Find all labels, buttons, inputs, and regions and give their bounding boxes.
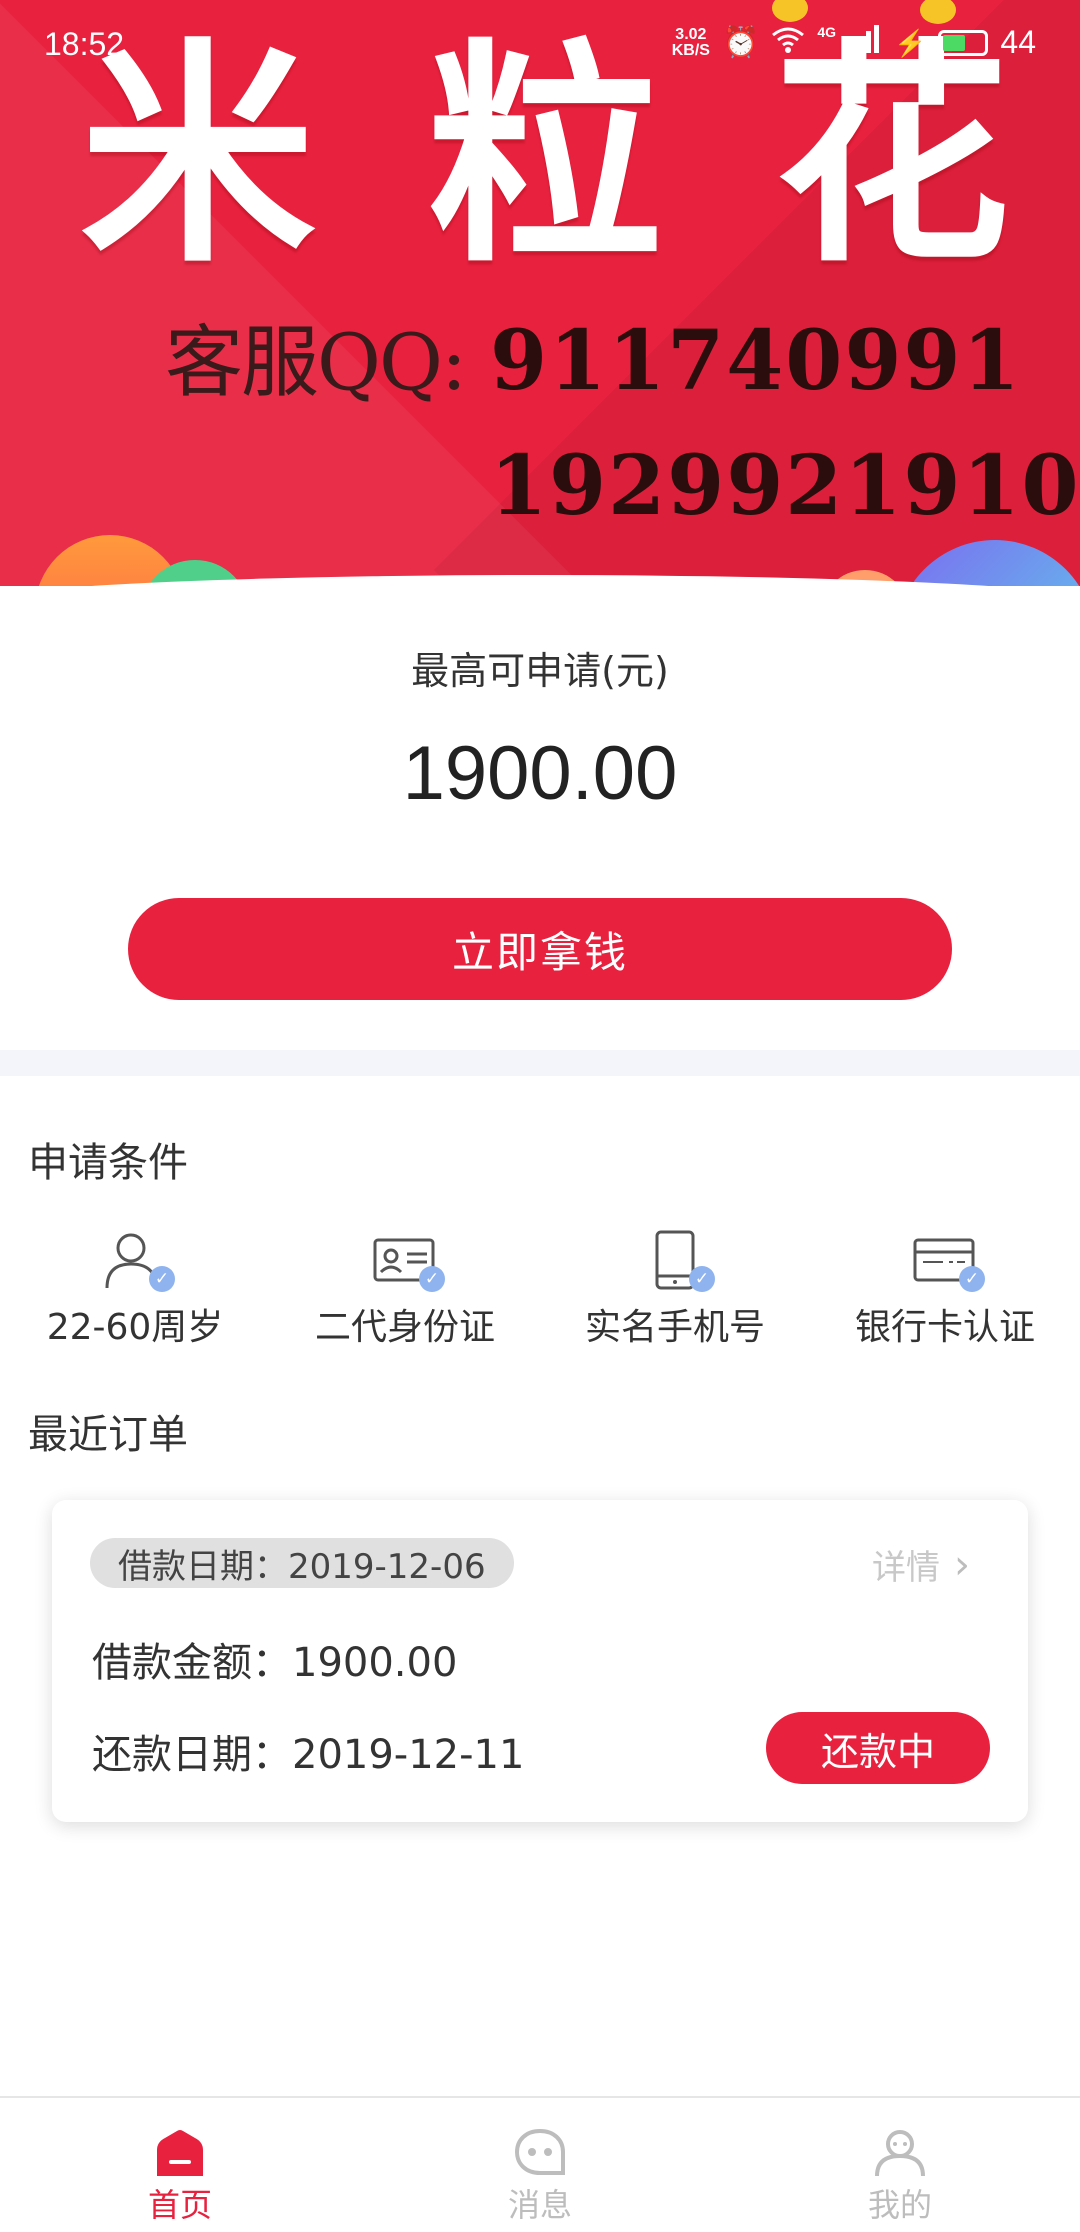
check-icon: ✓ [149, 1266, 175, 1292]
bottom-nav: 首页 消息 我的 [0, 2096, 1080, 2232]
condition-label: 实名手机号 [584, 1307, 765, 1348]
wifi-icon [771, 25, 805, 61]
status-bar: 18:52 3.02 KB/S ⏰ 4G ⚡ 44 [0, 0, 1080, 92]
person-icon: ✓ [103, 1230, 175, 1292]
qq-label: 客服QQ: [165, 318, 467, 408]
get-money-button[interactable]: 立即拿钱 [128, 898, 952, 1000]
max-amount-value: 1900.00 [402, 731, 678, 816]
nav-home[interactable]: 首页 [0, 2098, 360, 2232]
nav-messages[interactable]: 消息 [360, 2098, 720, 2232]
net-speed-unit: KB/S [671, 41, 710, 59]
repaying-status-button[interactable]: 还款中 [766, 1712, 990, 1784]
conditions-list: ✓ 22-60周岁 ✓ 二代身份证 ✓ 实名手机号 ✓ 银行卡认证 [0, 1230, 1080, 1350]
charging-icon: ⚡ [894, 27, 927, 58]
signal-icon [848, 24, 882, 61]
alarm-icon: ⏰ [721, 25, 760, 59]
nav-label: 消息 [507, 2186, 572, 2224]
battery-fill [943, 34, 966, 51]
battery-level: 44 [1000, 24, 1036, 60]
check-icon: ✓ [689, 1266, 715, 1292]
details-link[interactable]: 详情 › [872, 1540, 970, 1589]
condition-label: 银行卡认证 [854, 1307, 1035, 1348]
status-icons: 3.02 KB/S ⏰ 4G ⚡ 44 [672, 24, 1036, 61]
network-type: 4G [817, 24, 837, 40]
section-divider [0, 1050, 1080, 1076]
id-card-icon: ✓ [373, 1230, 445, 1292]
condition-id-card: ✓ 二代身份证 [270, 1230, 540, 1350]
check-icon: ✓ [419, 1266, 445, 1292]
net-speed-value: 3.02 [675, 25, 707, 43]
order-card[interactable]: 借款日期：2019-12-06 详情 › 借款金额：1900.00 还款日期：2… [52, 1500, 1028, 1822]
status-time: 18:52 [44, 26, 125, 62]
profile-icon [875, 2130, 925, 2177]
qq-number-1: 911740991 [490, 313, 1022, 409]
condition-label: 22-60周岁 [46, 1307, 224, 1348]
home-icon [157, 2130, 203, 2176]
battery-icon [938, 29, 989, 56]
condition-label: 二代身份证 [314, 1307, 495, 1348]
check-icon: ✓ [959, 1266, 985, 1292]
nav-profile[interactable]: 我的 [720, 2098, 1080, 2232]
condition-bank-card: ✓ 银行卡认证 [810, 1230, 1080, 1350]
condition-age: ✓ 22-60周岁 [0, 1230, 270, 1350]
conditions-title: 申请条件 [28, 1140, 188, 1186]
loan-amount: 借款金额：1900.00 [92, 1640, 458, 1686]
message-icon [514, 2128, 565, 2175]
phone-icon: ✓ [643, 1230, 715, 1292]
nav-label: 首页 [147, 2186, 212, 2224]
condition-phone: ✓ 实名手机号 [540, 1230, 810, 1350]
qq-number-2: 1929921910 [490, 438, 1080, 534]
repay-date: 还款日期：2019-12-11 [92, 1732, 525, 1778]
loan-date-badge: 借款日期：2019-12-06 [90, 1538, 514, 1588]
nav-label: 我的 [867, 2186, 932, 2224]
details-label: 详情 [872, 1548, 940, 1588]
net-speed: 3.02 KB/S [671, 25, 710, 59]
recent-orders-title: 最近订单 [28, 1412, 188, 1458]
bank-card-icon: ✓ [913, 1230, 985, 1292]
chevron-right-icon: › [954, 1541, 970, 1588]
max-amount-label: 最高可申请(元) [411, 649, 669, 693]
